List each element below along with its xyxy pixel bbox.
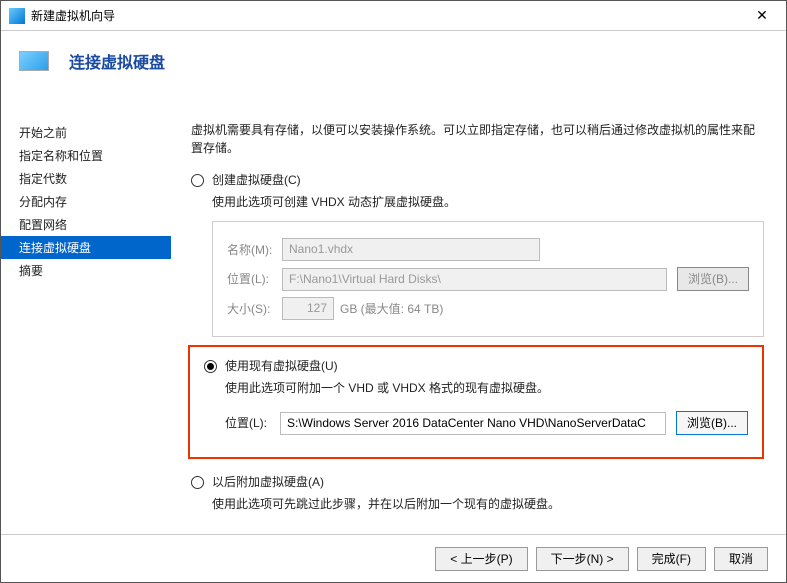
- header: 连接虚拟硬盘: [1, 31, 786, 91]
- vhd-location-input: F:\Nano1\Virtual Hard Disks\: [282, 268, 667, 291]
- page-header-icon: [19, 51, 49, 71]
- sidebar-item-virtual-disk[interactable]: 连接虚拟硬盘: [1, 236, 171, 259]
- attach-later-desc: 使用此选项可先跳过此步骤，并在以后附加一个现有的虚拟硬盘。: [212, 495, 764, 513]
- sidebar: 开始之前 指定名称和位置 指定代数 分配内存 配置网络 连接虚拟硬盘 摘要: [1, 91, 171, 534]
- sidebar-item-network[interactable]: 配置网络: [1, 213, 171, 236]
- radio-create-vhd[interactable]: [191, 174, 204, 187]
- finish-button[interactable]: 完成(F): [637, 547, 706, 571]
- sidebar-item-name-location[interactable]: 指定名称和位置: [1, 144, 171, 167]
- existing-browse-button[interactable]: 浏览(B)...: [676, 411, 748, 435]
- sidebar-item-before-begin[interactable]: 开始之前: [1, 121, 171, 144]
- radio-create-vhd-label: 创建虚拟硬盘(C): [212, 171, 301, 189]
- titlebar: 新建虚拟机向导 ✕: [1, 1, 786, 31]
- radio-attach-later-label: 以后附加虚拟硬盘(A): [212, 473, 324, 491]
- titlebar-text: 新建虚拟机向导: [31, 7, 742, 24]
- vhd-location-label: 位置(L):: [227, 270, 282, 288]
- use-existing-panel: 使用现有虚拟硬盘(U) 使用此选项可附加一个 VHD 或 VHDX 格式的现有虚…: [188, 345, 764, 459]
- vhd-name-label: 名称(M):: [227, 241, 282, 259]
- next-button[interactable]: 下一步(N) >: [536, 547, 629, 571]
- wizard-icon: [9, 8, 25, 24]
- sidebar-item-generation[interactable]: 指定代数: [1, 167, 171, 190]
- sidebar-item-summary[interactable]: 摘要: [1, 259, 171, 282]
- vhd-name-input: Nano1.vhdx: [282, 238, 540, 261]
- footer: < 上一步(P) 下一步(N) > 完成(F) 取消: [1, 534, 786, 582]
- use-existing-desc: 使用此选项可附加一个 VHD 或 VHDX 格式的现有虚拟硬盘。: [225, 379, 748, 397]
- existing-location-input[interactable]: S:\Windows Server 2016 DataCenter Nano V…: [280, 412, 666, 435]
- vhd-size-unit: GB (最大值: 64 TB): [340, 300, 443, 318]
- close-icon[interactable]: ✕: [742, 1, 782, 30]
- sidebar-item-memory[interactable]: 分配内存: [1, 190, 171, 213]
- cancel-button[interactable]: 取消: [714, 547, 768, 571]
- create-vhd-panel: 名称(M): Nano1.vhdx 位置(L): F:\Nano1\Virtua…: [212, 221, 764, 337]
- vhd-location-browse-button: 浏览(B)...: [677, 267, 749, 291]
- radio-use-existing-vhd-label: 使用现有虚拟硬盘(U): [225, 357, 338, 375]
- radio-use-existing-vhd[interactable]: [204, 360, 217, 373]
- description-text: 虚拟机需要具有存储，以便可以安装操作系统。可以立即指定存储，也可以稍后通过修改虚…: [191, 121, 764, 157]
- previous-button[interactable]: < 上一步(P): [435, 547, 527, 571]
- existing-location-label: 位置(L):: [225, 414, 280, 432]
- vhd-size-input: 127: [282, 297, 334, 320]
- radio-attach-later[interactable]: [191, 476, 204, 489]
- page-title: 连接虚拟硬盘: [69, 49, 165, 73]
- vhd-size-label: 大小(S):: [227, 300, 282, 318]
- main-content: 虚拟机需要具有存储，以便可以安装操作系统。可以立即指定存储，也可以稍后通过修改虚…: [171, 91, 786, 534]
- create-vhd-desc: 使用此选项可创建 VHDX 动态扩展虚拟硬盘。: [212, 193, 764, 211]
